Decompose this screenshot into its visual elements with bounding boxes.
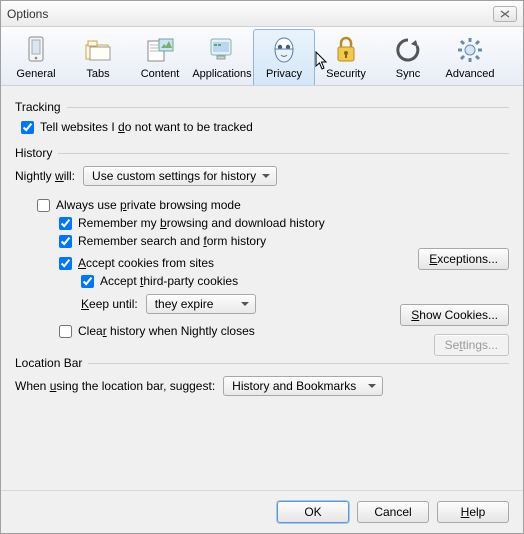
accept-third-party-checkbox[interactable] xyxy=(81,275,94,288)
privacy-icon xyxy=(268,34,300,66)
tab-label: Security xyxy=(326,68,366,80)
keep-until-label: Keep until: xyxy=(81,297,138,311)
tab-label: Privacy xyxy=(266,68,302,80)
clear-on-close-checkbox[interactable] xyxy=(59,325,72,338)
tab-label: Tabs xyxy=(86,68,109,80)
private-browsing-checkbox[interactable] xyxy=(37,199,50,212)
history-section-label: History xyxy=(15,146,509,160)
tabs-icon xyxy=(82,34,114,66)
history-mode-select[interactable]: Use custom settings for history xyxy=(83,166,277,186)
nightly-will-label: Nightly will: xyxy=(15,169,75,183)
tab-general[interactable]: General xyxy=(5,29,67,85)
keep-until-select[interactable]: they expire xyxy=(146,294,256,314)
private-browsing-label: Always use private browsing mode xyxy=(56,198,241,212)
content-icon xyxy=(144,34,176,66)
security-icon xyxy=(330,34,362,66)
locationbar-suggest-select[interactable]: History and Bookmarks xyxy=(223,376,383,396)
tab-label: Advanced xyxy=(446,68,495,80)
tab-label: Applications xyxy=(192,68,251,80)
window-title: Options xyxy=(7,7,493,21)
clear-on-close-label: Clear history when Nightly closes xyxy=(78,324,255,338)
tab-label: Content xyxy=(141,68,180,80)
locationbar-suggest-value: History and Bookmarks xyxy=(232,379,356,393)
accept-third-party-label: Accept third-party cookies xyxy=(100,274,238,288)
accept-cookies-label: Accept cookies from sites xyxy=(78,256,214,270)
clear-settings-button: Settings... xyxy=(434,334,509,356)
locationbar-suggest-label: When using the location bar, suggest: xyxy=(15,379,215,393)
keep-until-value: they expire xyxy=(155,297,214,311)
ok-button[interactable]: OK xyxy=(277,501,349,523)
category-toolbar: General Tabs Content Applications Privac… xyxy=(1,27,523,86)
tab-sync[interactable]: Sync xyxy=(377,29,439,85)
remember-browsing-label: Remember my browsing and download histor… xyxy=(78,216,325,230)
general-icon xyxy=(20,34,52,66)
close-button[interactable] xyxy=(493,6,517,22)
history-mode-value: Use custom settings for history xyxy=(92,169,256,183)
tab-tabs[interactable]: Tabs xyxy=(67,29,129,85)
tracking-dnt-label: Tell websites I do not want to be tracke… xyxy=(40,120,253,134)
tab-applications[interactable]: Applications xyxy=(191,29,253,85)
tracking-dnt-checkbox[interactable] xyxy=(21,121,34,134)
dialog-footer: OK Cancel Help xyxy=(1,490,523,533)
accept-cookies-checkbox[interactable] xyxy=(59,257,72,270)
content-panel: Tracking Tell websites I do not want to … xyxy=(1,86,523,490)
history-block: Nightly will: Use custom settings for hi… xyxy=(15,166,509,338)
exceptions-button[interactable]: Exceptions... xyxy=(418,248,509,270)
sync-icon xyxy=(392,34,424,66)
tab-label: Sync xyxy=(396,68,420,80)
cancel-button[interactable]: Cancel xyxy=(357,501,429,523)
help-button[interactable]: Help xyxy=(437,501,509,523)
locationbar-section-label: Location Bar xyxy=(15,356,509,370)
remember-forms-label: Remember search and form history xyxy=(78,234,266,248)
tab-advanced[interactable]: Advanced xyxy=(439,29,501,85)
tab-security[interactable]: Security xyxy=(315,29,377,85)
remember-browsing-checkbox[interactable] xyxy=(59,217,72,230)
tab-label: General xyxy=(16,68,55,80)
show-cookies-button[interactable]: Show Cookies... xyxy=(400,304,509,326)
tab-privacy[interactable]: Privacy xyxy=(253,29,315,85)
gear-icon xyxy=(454,34,486,66)
titlebar: Options xyxy=(1,1,523,27)
tracking-section-label: Tracking xyxy=(15,100,509,114)
options-window: Options General Tabs Content xyxy=(0,0,524,534)
tab-content[interactable]: Content xyxy=(129,29,191,85)
remember-forms-checkbox[interactable] xyxy=(59,235,72,248)
applications-icon xyxy=(206,34,238,66)
